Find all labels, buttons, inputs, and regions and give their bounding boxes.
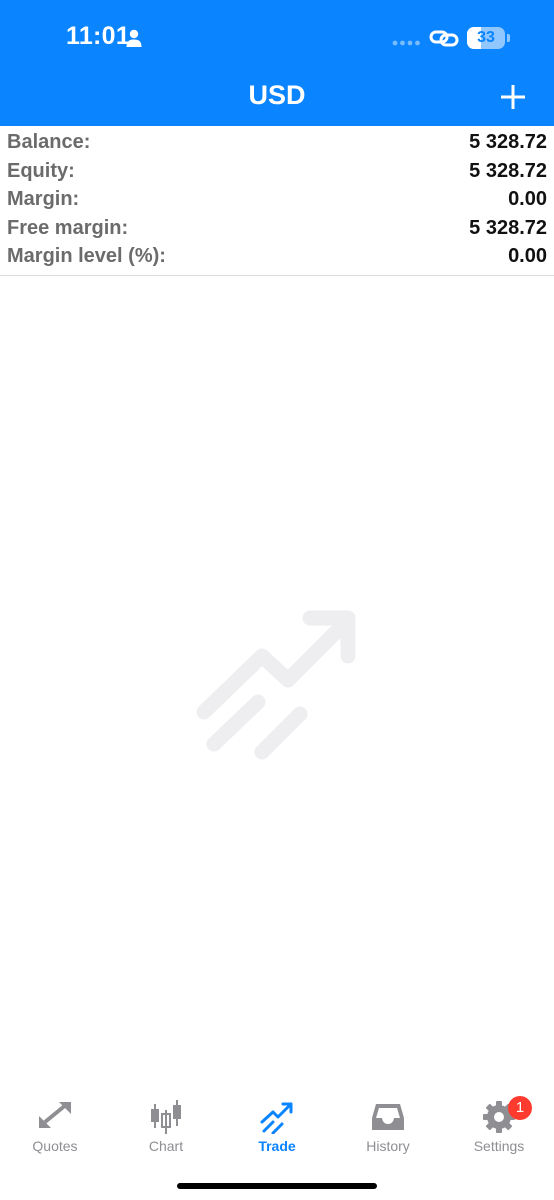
- summary-row-margin: Margin: 0.00: [0, 186, 554, 215]
- settings-badge: 1: [508, 1096, 532, 1120]
- balance-value: 5 328.72: [469, 131, 547, 153]
- tab-trade-label: Trade: [258, 1138, 296, 1154]
- link-icon: [429, 30, 459, 47]
- tab-settings[interactable]: Settings: [444, 1094, 554, 1164]
- tab-trade[interactable]: Trade: [222, 1094, 332, 1164]
- status-time: 11:01: [66, 22, 131, 50]
- summary-divider: [0, 275, 554, 276]
- account-summary: Balance: 5 328.72 Equity: 5 328.72 Margi…: [0, 129, 554, 272]
- tab-history-label: History: [366, 1138, 410, 1154]
- trade-icon: [260, 1102, 293, 1134]
- margin-label: Margin:: [7, 188, 80, 210]
- summary-row-equity: Equity: 5 328.72: [0, 158, 554, 187]
- margin-level-label: Margin level (%):: [7, 245, 166, 267]
- plus-icon[interactable]: [498, 82, 528, 112]
- signal-dots-icon: [392, 40, 420, 46]
- person-icon: [126, 29, 142, 47]
- free-margin-value: 5 328.72: [469, 216, 547, 239]
- tab-history[interactable]: History: [333, 1094, 443, 1164]
- home-indicator[interactable]: [177, 1183, 377, 1189]
- equity-value: 5 328.72: [469, 159, 547, 182]
- inbox-icon: [372, 1104, 404, 1130]
- margin-value: 0.00: [508, 188, 547, 210]
- page-title: USD: [248, 80, 306, 110]
- tab-bar: Quotes Chart Trade History Settings: [0, 1094, 554, 1164]
- status-bar: 11:01 33: [0, 0, 554, 74]
- tab-settings-label: Settings: [473, 1138, 525, 1154]
- summary-row-balance: Balance: 5 328.72: [0, 129, 554, 158]
- tab-chart-label: Chart: [148, 1138, 184, 1154]
- free-margin-label: Free margin:: [7, 216, 129, 239]
- quotes-icon: [39, 1102, 71, 1128]
- tab-chart[interactable]: Chart: [111, 1094, 221, 1164]
- margin-level-value: 0.00: [508, 245, 547, 267]
- battery-icon: 33: [467, 27, 511, 49]
- trade-trend-icon: [196, 610, 356, 760]
- summary-row-margin-level: Margin level (%): 0.00: [0, 243, 554, 272]
- candlestick-icon: [151, 1100, 181, 1134]
- tab-quotes[interactable]: Quotes: [0, 1094, 110, 1164]
- tab-quotes-label: Quotes: [32, 1138, 78, 1154]
- equity-label: Equity:: [7, 159, 75, 182]
- summary-row-free-margin: Free margin: 5 328.72: [0, 215, 554, 244]
- battery-level: 33: [477, 29, 495, 46]
- balance-label: Balance:: [7, 131, 91, 153]
